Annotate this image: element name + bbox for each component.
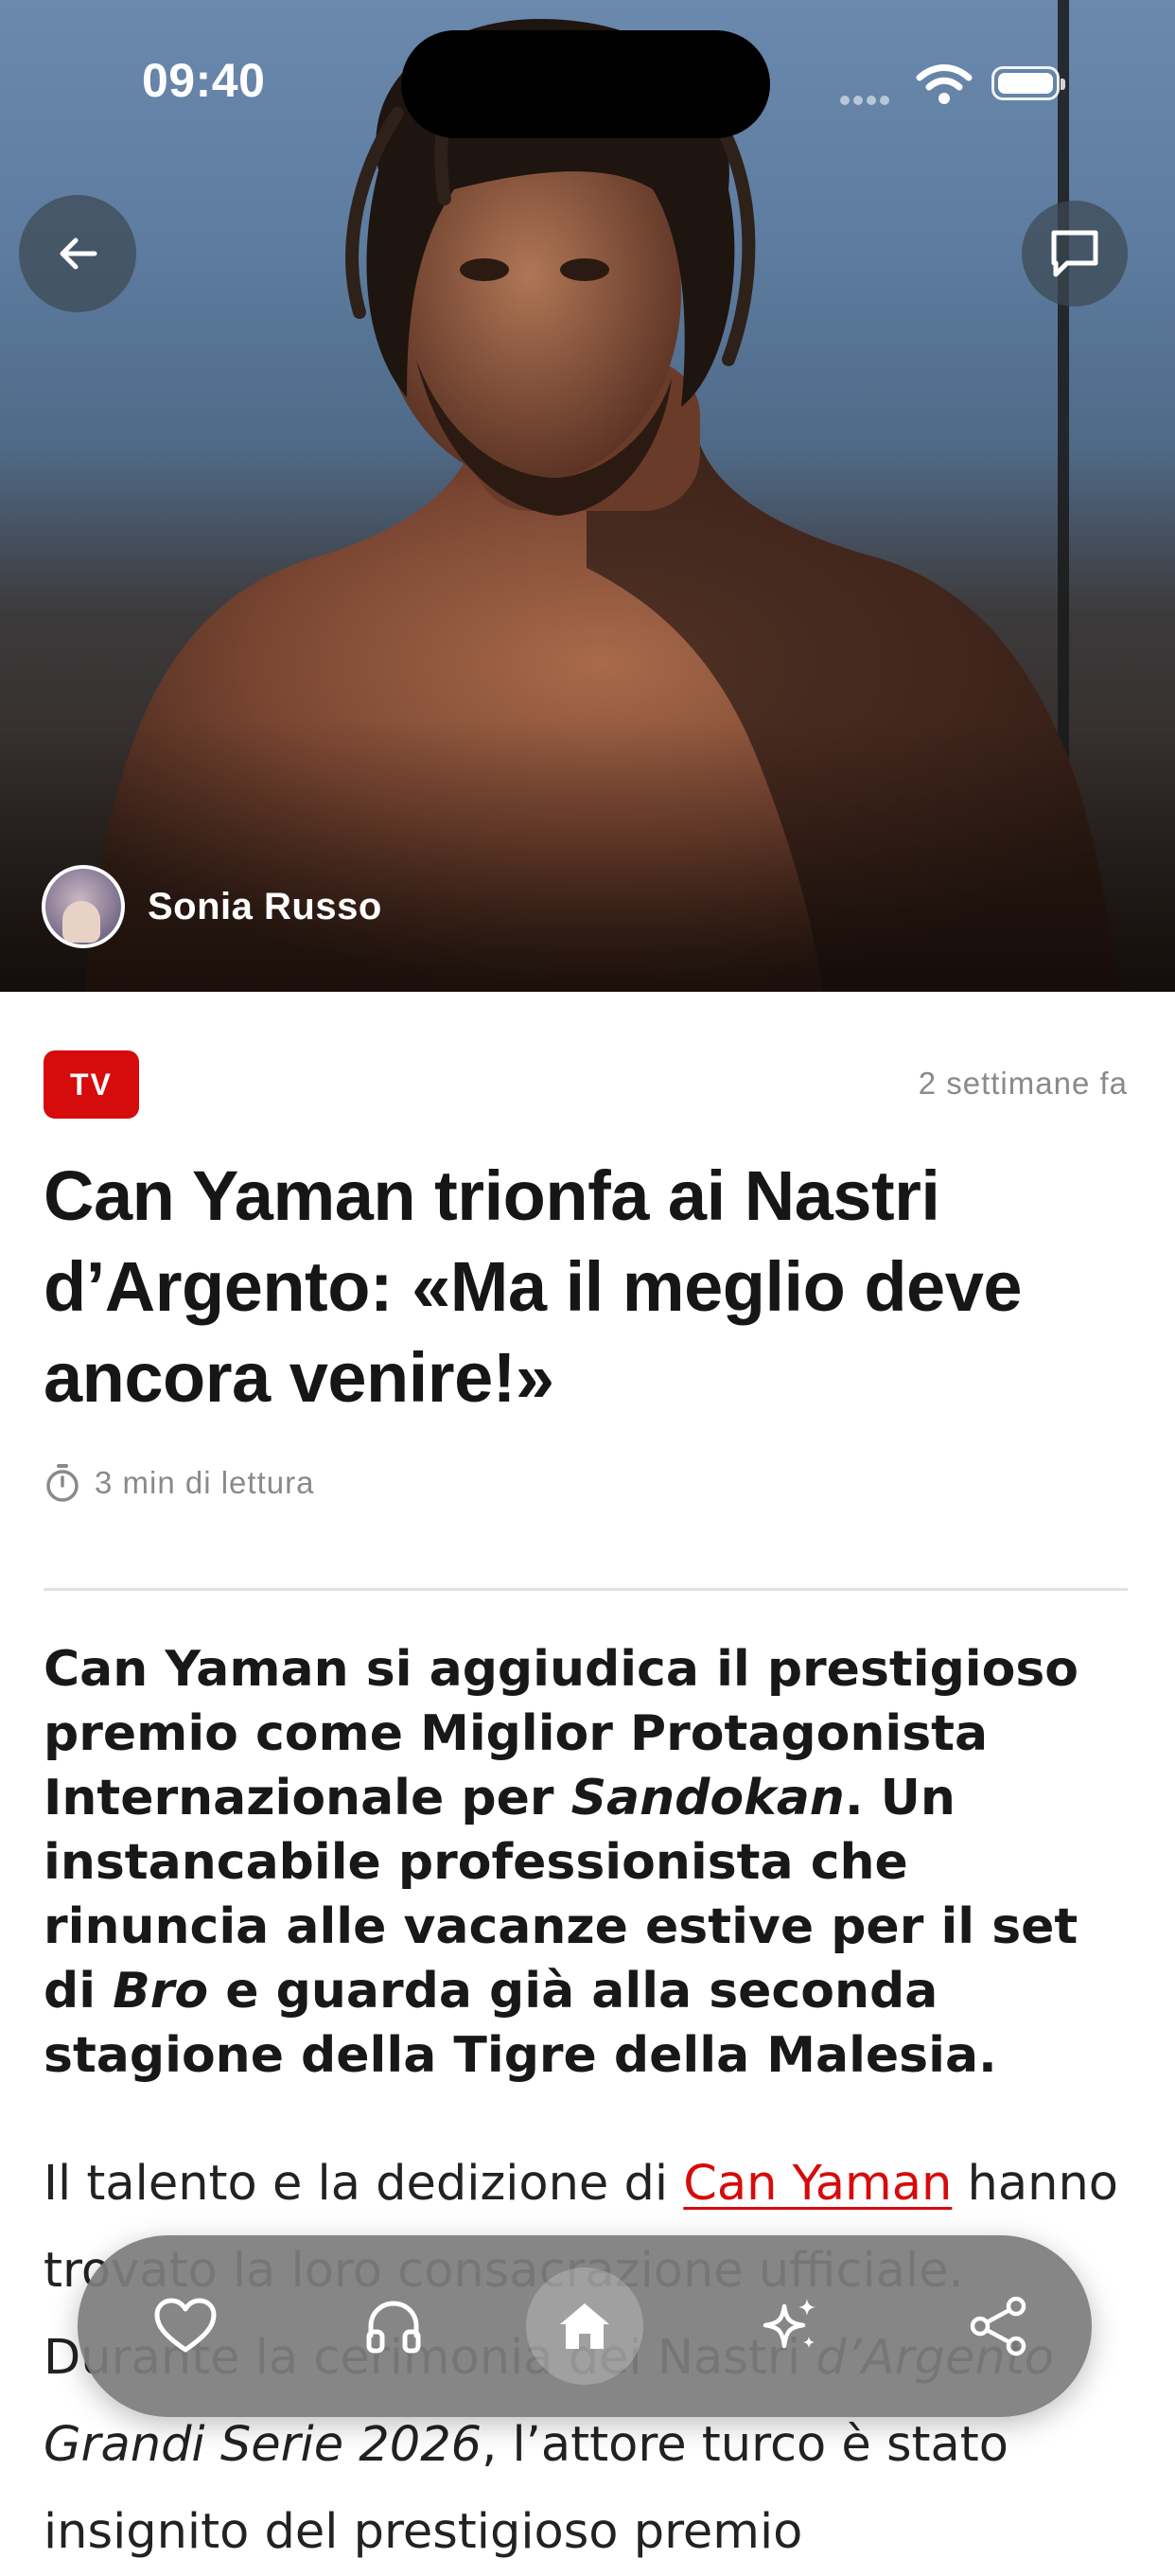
author-name: Sonia Russo: [148, 885, 382, 927]
sparkles-icon: [763, 2299, 815, 2349]
avatar: [42, 865, 125, 948]
lead-emphasis: Bro: [113, 1963, 209, 2020]
headphones-icon: [366, 2301, 421, 2354]
can-yaman-link[interactable]: Can Yaman: [683, 2156, 952, 2212]
back-button[interactable]: [19, 195, 136, 312]
battery-icon: [991, 66, 1065, 100]
lead-emphasis: Sandokan: [570, 1770, 845, 1826]
status-time: 09:40: [142, 54, 266, 107]
reading-time: 3 min di lettura: [44, 1463, 314, 1503]
arrow-left-icon: [60, 238, 97, 270]
divider: [44, 1588, 1128, 1591]
home-icon: [560, 2303, 609, 2349]
article-title: Can Yaman trionfa ai Nastri d’Argento: «…: [44, 1156, 1023, 1417]
cellular-signal-icon: [840, 91, 901, 105]
bottom-action-bar: [78, 2235, 1092, 2417]
wifi-icon: [916, 64, 973, 104]
hero-gradient: [0, 719, 1175, 992]
ai-summary-button[interactable]: [725, 2260, 857, 2392]
comments-button[interactable]: [1022, 201, 1128, 307]
comment-icon: [1051, 230, 1098, 277]
timer-icon: [46, 1464, 79, 1502]
article-lead: Can Yaman si aggiudica il prestigioso pr…: [44, 1637, 1141, 2088]
author-badge[interactable]: Sonia Russo: [42, 865, 382, 948]
home-button[interactable]: [518, 2260, 651, 2392]
home-button-highlight: [526, 2267, 643, 2385]
like-button[interactable]: [119, 2260, 252, 2392]
share-button[interactable]: [933, 2260, 1065, 2392]
heart-icon: [154, 2298, 217, 2353]
body-text: Il talento e la dedizione di: [44, 2156, 684, 2212]
category-badge[interactable]: TV: [44, 1050, 139, 1119]
share-icon: [970, 2296, 1026, 2356]
published-date: 2 settimane fa: [918, 1066, 1128, 1101]
listen-button[interactable]: [327, 2260, 460, 2392]
article-meta: TV 2 settimane fa: [44, 1050, 1128, 1119]
hero-image: [0, 0, 1175, 992]
dynamic-island: [401, 30, 770, 138]
reading-time-label: 3 min di lettura: [95, 1465, 315, 1500]
